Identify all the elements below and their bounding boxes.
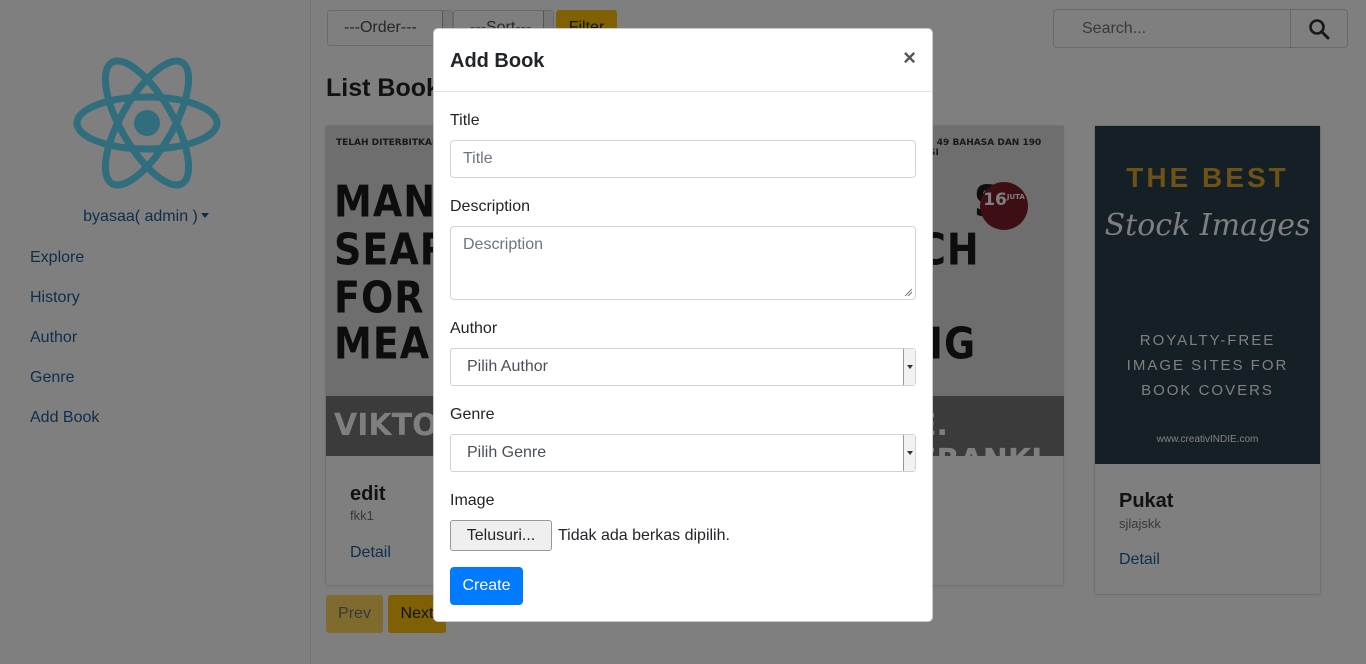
genre-label: Genre xyxy=(450,406,495,423)
modal-title: Add Book xyxy=(450,50,545,72)
description-textarea[interactable]: Description xyxy=(450,226,916,300)
file-status-text: Tidak ada berkas dipilih. xyxy=(558,527,730,544)
author-select[interactable]: Pilih Author xyxy=(450,348,916,386)
file-browse-button[interactable]: Telusuri... xyxy=(450,520,552,551)
title-input[interactable]: Title xyxy=(450,140,916,178)
chevron-down-icon xyxy=(903,435,915,471)
genre-select-value: Pilih Genre xyxy=(467,444,547,461)
genre-select[interactable]: Pilih Genre xyxy=(450,434,916,472)
resize-handle-icon[interactable] xyxy=(904,288,913,297)
close-icon[interactable]: × xyxy=(903,47,916,69)
modal-header: Add Book × xyxy=(434,29,932,92)
description-label: Description xyxy=(450,198,531,215)
chevron-down-icon xyxy=(903,349,915,385)
author-select-value: Pilih Author xyxy=(467,358,548,375)
title-label: Title xyxy=(450,112,480,129)
description-placeholder: Description xyxy=(463,236,544,253)
image-label: Image xyxy=(450,492,495,509)
author-label: Author xyxy=(450,320,498,337)
create-button[interactable]: Create xyxy=(450,567,523,605)
add-book-modal: Add Book × Title Title Description Descr… xyxy=(433,28,933,622)
